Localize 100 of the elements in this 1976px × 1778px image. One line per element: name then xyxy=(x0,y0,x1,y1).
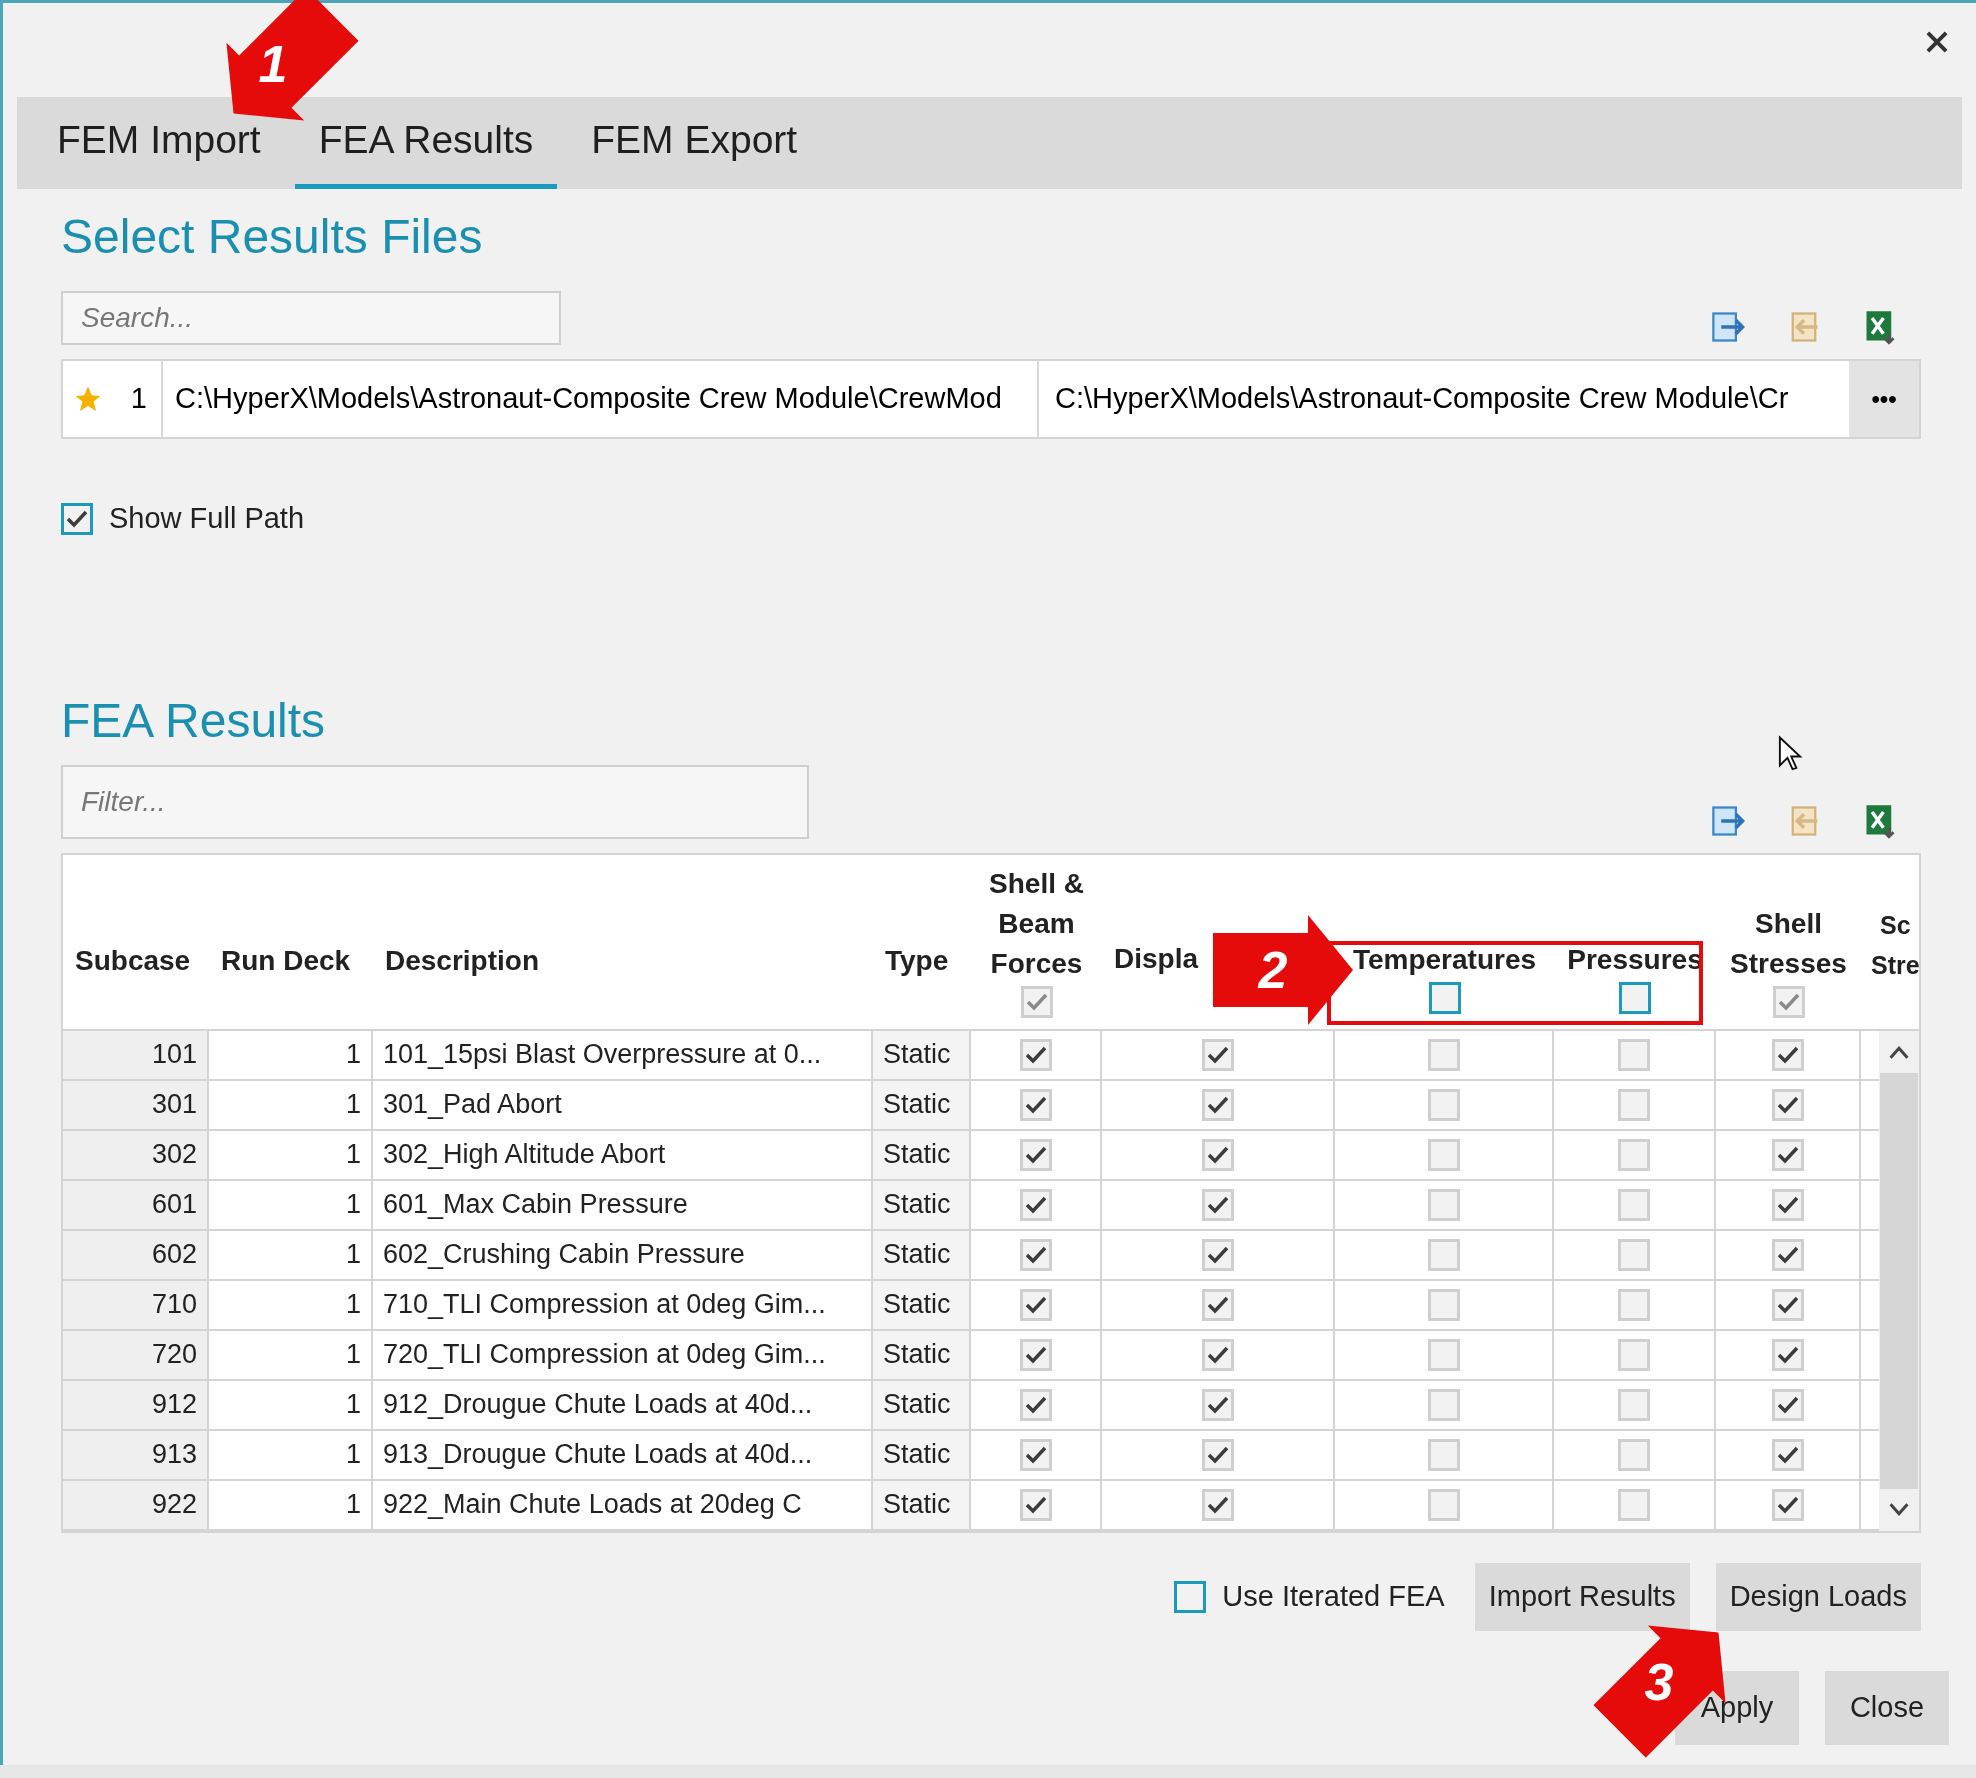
callout-number: 1 xyxy=(258,38,288,90)
checkbox[interactable] xyxy=(1174,1580,1207,1613)
callout-number: 3 xyxy=(1644,1656,1674,1708)
checkbox[interactable] xyxy=(1618,1088,1650,1121)
checkbox[interactable] xyxy=(1618,1288,1650,1321)
action-button[interactable]: Design Loads xyxy=(1715,1562,1921,1631)
column-header[interactable]: Subcase xyxy=(75,940,191,981)
checkbox[interactable] xyxy=(1019,1238,1052,1271)
checkbox[interactable] xyxy=(1019,1088,1052,1121)
table-cell: 720 xyxy=(63,1330,209,1379)
search-field[interactable]: Search... xyxy=(61,291,561,345)
checkbox[interactable] xyxy=(1019,1288,1052,1321)
table-cell: 913 xyxy=(63,1430,209,1479)
checkbox[interactable] xyxy=(1201,1188,1234,1221)
checkbox[interactable] xyxy=(1201,1488,1234,1521)
checkbox[interactable] xyxy=(1019,1488,1052,1521)
checkbox[interactable] xyxy=(1618,1388,1650,1421)
checkbox[interactable] xyxy=(1427,1288,1460,1321)
column-header[interactable]: Sc Stre xyxy=(1871,904,1920,985)
checkbox[interactable] xyxy=(1427,1038,1460,1071)
column-header[interactable]: Type xyxy=(885,940,949,981)
checkbox[interactable] xyxy=(1020,985,1053,1018)
checkbox[interactable] xyxy=(1771,1088,1804,1121)
table-cell: 602 xyxy=(63,1230,209,1279)
checkbox[interactable] xyxy=(1618,1438,1650,1471)
checkbox[interactable] xyxy=(1771,1288,1804,1321)
checkbox[interactable] xyxy=(1201,1088,1234,1121)
checkbox[interactable] xyxy=(1019,1188,1052,1221)
scrollbar-thumb[interactable] xyxy=(1880,1072,1918,1489)
checkbox-label: Use Iterated FEA xyxy=(1222,1578,1445,1614)
checkbox[interactable] xyxy=(1771,1388,1804,1421)
checkbox[interactable] xyxy=(1618,1188,1650,1221)
tab[interactable]: FEM Export xyxy=(567,97,822,189)
checkbox[interactable] xyxy=(1201,1388,1234,1421)
close-icon[interactable] xyxy=(1924,29,1950,55)
checkbox[interactable] xyxy=(1618,1138,1650,1171)
column-header[interactable]: Pressures xyxy=(1567,939,1703,980)
checkbox[interactable] xyxy=(1201,1038,1234,1071)
table-cell: 101 xyxy=(63,1030,209,1079)
table-cell: 710 xyxy=(63,1280,209,1329)
table-cell: 912 xyxy=(63,1380,209,1429)
checkbox[interactable] xyxy=(1201,1438,1234,1471)
checkbox[interactable] xyxy=(1201,1338,1234,1371)
table-cell: 302 xyxy=(63,1130,209,1179)
checkbox[interactable] xyxy=(1019,1038,1052,1071)
checkbox[interactable] xyxy=(1771,1438,1804,1471)
checkbox[interactable] xyxy=(1771,1138,1804,1171)
scrollbar[interactable] xyxy=(1879,1030,1919,1531)
table-cell: 1 xyxy=(209,1280,373,1329)
checkbox[interactable] xyxy=(1771,1038,1804,1071)
checkbox[interactable] xyxy=(1771,1188,1804,1221)
checkbox[interactable] xyxy=(1618,1238,1650,1271)
table-cell: 1 xyxy=(209,1230,373,1279)
checkbox[interactable] xyxy=(1771,1338,1804,1371)
table-cell: 1 xyxy=(209,1480,373,1529)
checkbox[interactable] xyxy=(1427,1438,1460,1471)
checkbox[interactable] xyxy=(1427,1388,1460,1421)
checkbox[interactable] xyxy=(1427,1138,1460,1171)
column-header[interactable]: Run Deck xyxy=(221,940,351,981)
checkbox[interactable] xyxy=(1427,1338,1460,1371)
checkbox[interactable] xyxy=(1019,1138,1052,1171)
checkbox[interactable] xyxy=(1618,1338,1650,1371)
column-header[interactable]: Shell & Beam Forces xyxy=(989,863,1084,984)
checkbox[interactable] xyxy=(1019,1438,1052,1471)
checkbox[interactable] xyxy=(1019,1388,1052,1421)
checkbox[interactable] xyxy=(1618,1488,1650,1521)
checkbox[interactable] xyxy=(1618,1038,1650,1071)
checkbox[interactable] xyxy=(1428,981,1461,1014)
checkbox[interactable] xyxy=(1201,1238,1234,1271)
checkbox[interactable] xyxy=(1427,1088,1460,1121)
file-row[interactable]: 1 C:\HyperX\Models\Astronaut-Composite Crew Module\CrewMod C:\HyperX\Models\Astronaut-Composite Crew Module\Cr ••• xyxy=(61,359,1921,439)
checkbox[interactable] xyxy=(1019,1338,1052,1371)
checkbox[interactable] xyxy=(61,502,93,535)
tab[interactable]: FEM Import xyxy=(33,97,285,189)
dialog-button[interactable]: Close xyxy=(1825,1670,1949,1745)
checkbox[interactable] xyxy=(1427,1188,1460,1221)
column-header[interactable]: Shell Stresses xyxy=(1730,903,1847,984)
table-cell: Static xyxy=(873,1230,971,1279)
checkbox[interactable] xyxy=(1771,1488,1804,1521)
export-icon[interactable] xyxy=(1710,309,1746,345)
checkbox[interactable] xyxy=(1427,1488,1460,1521)
checkbox[interactable] xyxy=(1772,985,1805,1018)
checkbox[interactable] xyxy=(1619,981,1651,1014)
table-cell: 1 xyxy=(209,1130,373,1179)
table-cell: Static xyxy=(873,1180,971,1229)
table-cell: Static xyxy=(873,1080,971,1129)
checkbox[interactable] xyxy=(1427,1238,1460,1271)
checkbox[interactable] xyxy=(1201,1138,1234,1171)
checkbox[interactable] xyxy=(1771,1238,1804,1271)
column-header[interactable]: Description xyxy=(385,940,540,981)
action-button[interactable]: Import Results xyxy=(1474,1562,1690,1631)
filter-field[interactable]: Filter... xyxy=(61,764,809,839)
table-cell: 1 xyxy=(209,1030,373,1079)
column-header[interactable]: Temperatures xyxy=(1352,939,1537,980)
more-button[interactable]: ••• xyxy=(1849,361,1919,437)
file-path: C:\HyperX\Models\Astronaut-Composite Crew Module\Cr xyxy=(1054,381,1790,417)
table-cell: Static xyxy=(873,1430,971,1479)
column-header[interactable]: Displa xyxy=(1114,938,1199,979)
checkbox[interactable] xyxy=(1201,1288,1234,1321)
section-title: FEA Results xyxy=(61,692,327,749)
